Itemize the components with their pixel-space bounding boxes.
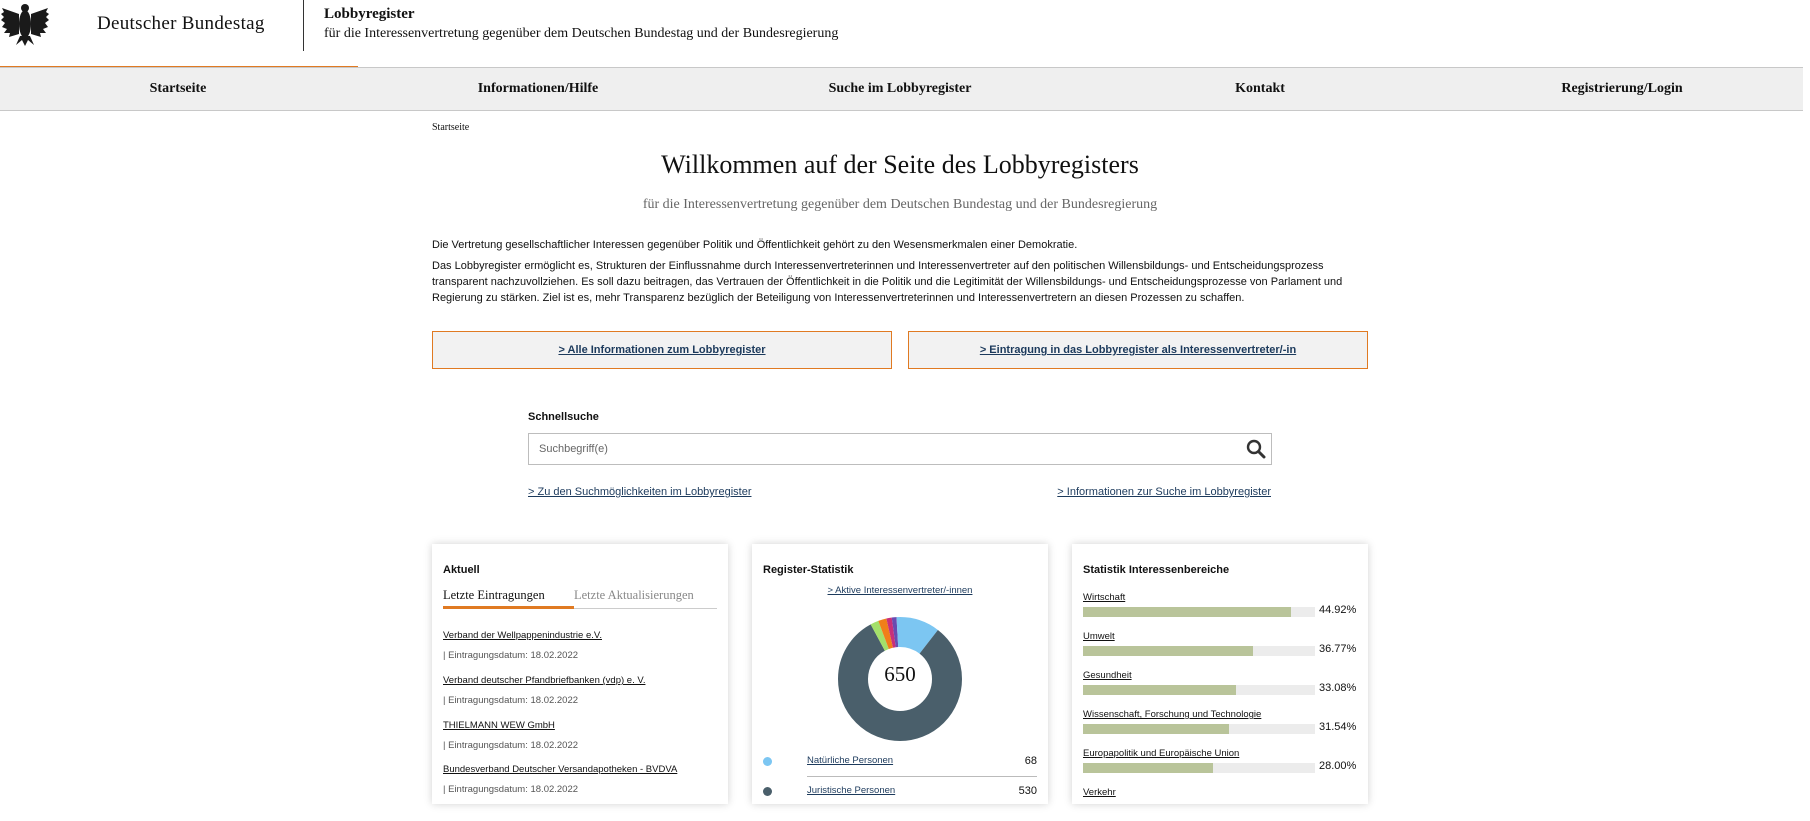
interest-row: Wissenschaft, Forschung und Technologie 3…: [1083, 709, 1363, 743]
interest-label[interactable]: Verkehr: [1083, 787, 1116, 798]
interest-row: Gesundheit 33.08%: [1083, 670, 1363, 704]
interessenbereiche-card: Statistik Interessenbereiche Wirtschaft 4…: [1072, 544, 1368, 804]
legend-label[interactable]: Juristische Personen: [807, 785, 895, 796]
interest-bar-fill: [1083, 724, 1230, 734]
interest-percentage: 28.00%: [1319, 760, 1357, 772]
site-subtitle: für die Interessenvertretung gegenüber d…: [324, 26, 839, 41]
interest-bar-fill: [1083, 646, 1254, 656]
interest-label[interactable]: Wirtschaft: [1083, 592, 1125, 603]
interest-label[interactable]: Gesundheit: [1083, 670, 1132, 681]
header-divider: [303, 0, 304, 51]
institution-name[interactable]: Deutscher Bundestag: [97, 13, 265, 35]
tab-letzte-aktualisierungen[interactable]: Letzte Aktualisierungen: [574, 588, 694, 603]
legend-dot: [763, 757, 772, 766]
register-entry-button[interactable]: > Eintragung in das Lobbyregister als In…: [908, 331, 1368, 369]
entry-date: | Eintragungsdatum: 18.02.2022: [443, 695, 579, 706]
interest-bar-track: [1083, 763, 1315, 773]
active-representatives-link[interactable]: > Aktive Interessenvertreter/-innen: [752, 585, 1048, 596]
nav-item-suche[interactable]: Suche im Lobbyregister: [829, 68, 972, 110]
interessenbereiche-title: Statistik Interessenbereiche: [1083, 564, 1230, 576]
legend-row-natuerliche: Natürliche Personen 68: [763, 752, 1037, 777]
entry-name[interactable]: Verband der Wellpappenindustrie e.V.: [443, 630, 602, 641]
interest-row: Wirtschaft 44.92%: [1083, 592, 1363, 626]
list-item: THIELMANN WEW GmbH | Eintragungsdatum: 1…: [443, 720, 578, 751]
entry-date: | Eintragungsdatum: 18.02.2022: [443, 650, 579, 661]
main-navigation: Startseite Informationen/Hilfe Suche im …: [0, 67, 1803, 111]
entry-name[interactable]: Verband deutscher Pfandbriefbanken (vdp)…: [443, 675, 645, 686]
page-title: Willkommen auf der Seite des Lobbyregist…: [661, 150, 1139, 179]
legend-divider: [807, 776, 1037, 777]
interest-bar-fill: [1083, 607, 1292, 617]
register-statistik-title: Register-Statistik: [763, 564, 854, 576]
search-options-link[interactable]: > Zu den Suchmöglichkeiten im Lobbyregis…: [528, 486, 751, 498]
interest-row: Verkehr: [1083, 787, 1363, 821]
active-tab-indicator: [443, 606, 574, 609]
breadcrumb[interactable]: Startseite: [432, 122, 469, 133]
aktuell-tabs: Letzte Eintragungen Letzte Aktualisierun…: [443, 588, 717, 609]
nav-item-registrierung[interactable]: Registrierung/Login: [1561, 68, 1682, 110]
entry-date: | Eintragungsdatum: 18.02.2022: [443, 784, 579, 795]
interest-row: Europapolitik und Europäische Union 28.00…: [1083, 748, 1363, 782]
interest-percentage: 31.54%: [1319, 721, 1357, 733]
nav-item-informationen[interactable]: Informationen/Hilfe: [478, 68, 599, 110]
interest-bar-track: [1083, 607, 1315, 617]
legend-dot: [763, 787, 772, 796]
tab-letzte-eintragungen[interactable]: Letzte Eintragungen: [443, 588, 545, 603]
aktuell-card: Aktuell Letzte Eintragungen Letzte Aktua…: [432, 544, 728, 804]
quicksearch-label: Schnellsuche: [528, 411, 599, 423]
register-statistik-card: Register-Statistik > Aktive Interessenve…: [752, 544, 1048, 804]
legend-label[interactable]: Natürliche Personen: [807, 755, 893, 766]
legend-value: 68: [1024, 755, 1037, 767]
entry-name[interactable]: THIELMANN WEW GmbH: [443, 720, 578, 731]
interest-label[interactable]: Umwelt: [1083, 631, 1115, 642]
entry-date: | Eintragungsdatum: 18.02.2022: [443, 740, 579, 751]
interest-bar-track: [1083, 685, 1315, 695]
legend-value: 530: [1018, 785, 1037, 797]
interest-bar-fill: [1083, 685, 1237, 695]
aktuell-title: Aktuell: [443, 564, 480, 576]
interest-label[interactable]: Wissenschaft, Forschung und Technologie: [1083, 709, 1261, 720]
search-icon[interactable]: [1245, 439, 1267, 459]
interest-row: Umwelt 36.77%: [1083, 631, 1363, 665]
interest-percentage: 44.92%: [1319, 604, 1357, 616]
interest-bar-fill: [1083, 763, 1213, 773]
interest-bar-track: [1083, 724, 1315, 734]
legend-row-juristische: Juristische Personen 530: [763, 782, 1037, 804]
list-item: Bundesverband Deutscher Versandapotheken…: [443, 764, 677, 795]
quicksearch-input[interactable]: [528, 433, 1272, 465]
nav-item-kontakt[interactable]: Kontakt: [1235, 68, 1285, 110]
info-lobbyregister-button[interactable]: > Alle Informationen zum Lobbyregister: [432, 331, 892, 369]
nav-item-startseite[interactable]: Startseite: [150, 68, 207, 110]
list-item: Verband der Wellpappenindustrie e.V. | E…: [443, 630, 602, 661]
donut-total: 650: [884, 662, 916, 686]
site-header: Deutscher Bundestag Lobbyregister für di…: [0, 0, 1810, 66]
list-item: Verband deutscher Pfandbriefbanken (vdp)…: [443, 675, 645, 706]
interest-percentage: 33.08%: [1319, 682, 1357, 694]
interest-label[interactable]: Europapolitik und Europäische Union: [1083, 748, 1239, 759]
entry-name[interactable]: Bundesverband Deutscher Versandapotheken…: [443, 764, 677, 775]
search-info-link[interactable]: > Informationen zur Suche im Lobbyregist…: [1057, 486, 1271, 498]
intro-paragraph-2: Das Lobbyregister ermöglicht es, Struktu…: [432, 260, 1343, 304]
interest-percentage: 36.77%: [1319, 643, 1357, 655]
interest-bar-track: [1083, 646, 1315, 656]
site-title[interactable]: Lobbyregister: [324, 6, 415, 23]
page-subtitle: für die Interessenvertretung gegenüber d…: [642, 197, 1158, 212]
intro-paragraph-1: Die Vertretung gesellschaftlicher Intere…: [432, 239, 1078, 251]
federal-eagle-logo[interactable]: [0, 2, 50, 46]
